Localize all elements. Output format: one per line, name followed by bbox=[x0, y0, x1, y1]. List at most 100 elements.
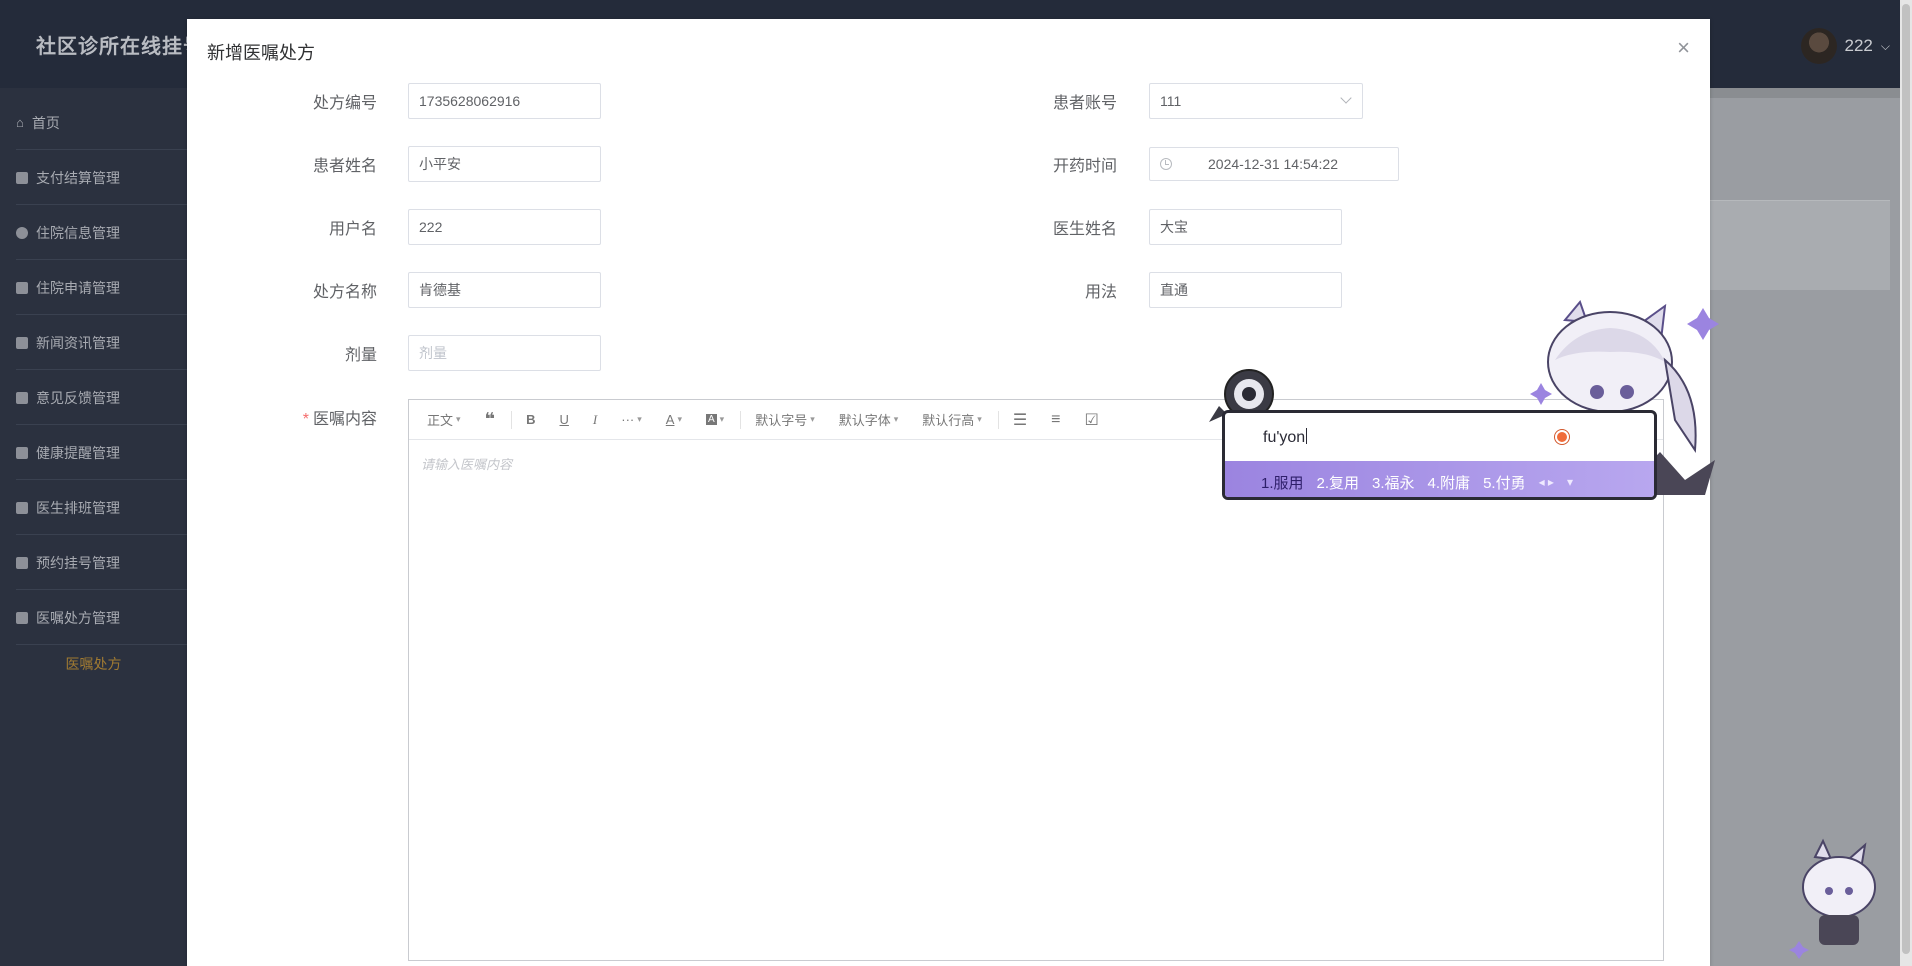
username-field-label: 用户名 bbox=[328, 221, 377, 238]
rx-time-value: 2024-12-31 14:54:22 bbox=[1208, 156, 1338, 172]
sidebar-subitem-prescription[interactable]: 医嘱处方 bbox=[0, 654, 187, 674]
font-family-dropdown[interactable]: 默认字体 ▾ bbox=[839, 410, 899, 429]
patient-account-value: 111 bbox=[1160, 93, 1182, 109]
ime-candidate[interactable]: 5.付勇 bbox=[1483, 472, 1526, 493]
avatar[interactable] bbox=[1800, 28, 1837, 64]
home-icon: ⌂ bbox=[16, 115, 24, 130]
sidebar-item-label: 新闻资讯管理 bbox=[36, 334, 120, 351]
sidebar-item-label: 健康提醒管理 bbox=[36, 444, 120, 461]
sidebar-item-label: 预约挂号管理 bbox=[36, 554, 120, 571]
dosage-input[interactable] bbox=[419, 345, 590, 361]
patient-name-label: 患者姓名 bbox=[312, 158, 377, 175]
app-title: 社区诊所在线挂号 bbox=[36, 36, 204, 58]
patient-name-field[interactable] bbox=[408, 146, 601, 182]
username-field[interactable] bbox=[408, 209, 601, 245]
usage-field[interactable] bbox=[1149, 272, 1342, 308]
paragraph-style-dropdown[interactable]: 正文 ▾ bbox=[427, 410, 461, 429]
username-input[interactable] bbox=[419, 219, 590, 235]
sidebar-item-prescriptions[interactable]: 医嘱处方管理 bbox=[16, 591, 187, 645]
desktop-pet-icon bbox=[1789, 838, 1876, 959]
dosage-field[interactable] bbox=[408, 335, 601, 371]
ime-expand-icon[interactable]: ▾ bbox=[1567, 475, 1573, 489]
usage-input[interactable] bbox=[1160, 282, 1331, 298]
page-scrollbar[interactable] bbox=[1900, 0, 1912, 966]
rx-time-label: 开药时间 bbox=[1052, 158, 1117, 175]
rx-no-label: 处方编号 bbox=[312, 95, 377, 112]
patient-account-label: 患者账号 bbox=[1052, 95, 1117, 112]
close-icon[interactable]: × bbox=[1677, 37, 1690, 59]
ime-page-arrows-icon[interactable]: ◂ ▸ bbox=[1539, 475, 1554, 489]
sidebar-item-label: 住院申请管理 bbox=[36, 279, 120, 296]
sidebar-item-label: 医嘱处方管理 bbox=[36, 609, 120, 626]
feedback-icon bbox=[16, 391, 28, 404]
dosage-label: 剂量 bbox=[344, 347, 377, 364]
toolbar-divider bbox=[740, 410, 742, 429]
doctor-name-field[interactable] bbox=[1149, 209, 1342, 245]
rx-name-input[interactable] bbox=[419, 282, 590, 298]
sidebar-item-feedback[interactable]: 意见反馈管理 bbox=[16, 371, 187, 425]
sidebar-item-label: 住院信息管理 bbox=[36, 224, 120, 241]
edit-icon bbox=[16, 281, 28, 294]
bell-icon bbox=[16, 446, 28, 459]
patient-name-input[interactable] bbox=[419, 156, 590, 172]
background-table bbox=[1710, 200, 1890, 290]
background-color-dropdown[interactable]: A ▾ bbox=[705, 414, 724, 425]
sidebar-item-label: 支付结算管理 bbox=[36, 169, 120, 186]
bold-button[interactable]: B bbox=[526, 412, 535, 427]
doctor-name-label: 医生姓名 bbox=[1052, 221, 1117, 238]
numbered-list-icon[interactable]: ≡ bbox=[1051, 411, 1060, 429]
font-color-dropdown[interactable]: A ▾ bbox=[666, 412, 682, 427]
sidebar-item-news[interactable]: 新闻资讯管理 bbox=[16, 316, 187, 370]
ime-candidate[interactable]: 1.服用 bbox=[1261, 472, 1304, 493]
calendar-icon bbox=[16, 501, 28, 514]
bullet-list-icon[interactable]: ☰ bbox=[1013, 410, 1027, 430]
chevron-down-icon: ⌵ bbox=[1880, 38, 1890, 53]
dialog-title: 新增医嘱处方 bbox=[207, 43, 315, 63]
ime-candidate[interactable]: 4.附庸 bbox=[1428, 472, 1471, 493]
todo-checkbox-icon[interactable]: ☑ bbox=[1085, 410, 1099, 430]
usage-label: 用法 bbox=[1084, 284, 1117, 301]
quote-icon[interactable]: ❝ bbox=[485, 409, 496, 430]
username-label: 222 bbox=[1844, 36, 1873, 55]
sidebar-item-inpatient-apply[interactable]: 住院申请管理 bbox=[16, 261, 187, 315]
doctor-name-input[interactable] bbox=[1160, 219, 1331, 235]
sidebar-item-payment[interactable]: 支付结算管理 bbox=[16, 151, 187, 205]
advice-label: 医嘱内容 bbox=[247, 405, 377, 429]
toolbar-divider bbox=[511, 410, 513, 429]
rx-name-field[interactable] bbox=[408, 272, 601, 308]
sidebar-item-inpatient-info[interactable]: 住院信息管理 bbox=[16, 206, 187, 260]
sidebar-item-health-reminder[interactable]: 健康提醒管理 bbox=[16, 426, 187, 480]
rx-no-input[interactable] bbox=[419, 93, 590, 109]
info-icon bbox=[16, 226, 28, 239]
italic-button[interactable]: I bbox=[593, 412, 597, 428]
sidebar-item-appointments[interactable]: 预约挂号管理 bbox=[16, 536, 187, 590]
rx-name-label: 处方名称 bbox=[312, 284, 377, 301]
sidebar-item-label: 医生排班管理 bbox=[36, 499, 120, 516]
sidebar-item-label: 首页 bbox=[31, 114, 60, 131]
scrollbar-thumb[interactable] bbox=[1902, 4, 1910, 954]
underline-button[interactable]: U bbox=[560, 412, 569, 427]
sidebar: ⌂ 首页 支付结算管理 住院信息管理 住院申请管理 新闻资讯管理 意见反馈管理 健… bbox=[0, 88, 187, 966]
folder-icon bbox=[16, 611, 28, 624]
rx-no-field[interactable] bbox=[408, 83, 601, 119]
sidebar-item-label: 意见反馈管理 bbox=[36, 389, 120, 406]
sidebar-item-doctor-schedule[interactable]: 医生排班管理 bbox=[16, 481, 187, 535]
ime-composition-text: fu'yon bbox=[1263, 429, 1306, 446]
user-menu[interactable]: 222 ⌵ bbox=[1800, 28, 1890, 64]
line-height-dropdown[interactable]: 默认行高 ▾ bbox=[922, 410, 982, 429]
chart-icon bbox=[16, 556, 28, 569]
ime-candidate-bar: 1.服用 2.复用 3.福永 4.附庸 5.付勇 ◂ ▸ ▾ bbox=[1225, 461, 1654, 497]
sidebar-item-home[interactable]: ⌂ 首页 bbox=[16, 96, 187, 150]
ime-candidate[interactable]: 3.福永 bbox=[1372, 472, 1415, 493]
ime-candidate[interactable]: 2.复用 bbox=[1317, 472, 1360, 493]
clock-icon bbox=[1160, 158, 1172, 170]
patient-account-select[interactable]: 111 bbox=[1149, 83, 1363, 119]
wallet-icon bbox=[16, 171, 28, 184]
more-format-dropdown[interactable]: ··· ▾ bbox=[621, 412, 642, 427]
font-size-dropdown[interactable]: 默认字号 ▾ bbox=[755, 410, 815, 429]
advice-placeholder: 请输入医嘱内容 bbox=[421, 457, 513, 472]
rx-time-picker[interactable]: 2024-12-31 14:54:22 bbox=[1149, 147, 1399, 181]
ime-status-icon[interactable] bbox=[1555, 430, 1569, 444]
toolbar-divider bbox=[997, 410, 999, 429]
ime-candidate-window: fu'yon 1.服用 2.复用 3.福永 4.附庸 5.付勇 ◂ ▸ ▾ bbox=[1222, 410, 1657, 500]
